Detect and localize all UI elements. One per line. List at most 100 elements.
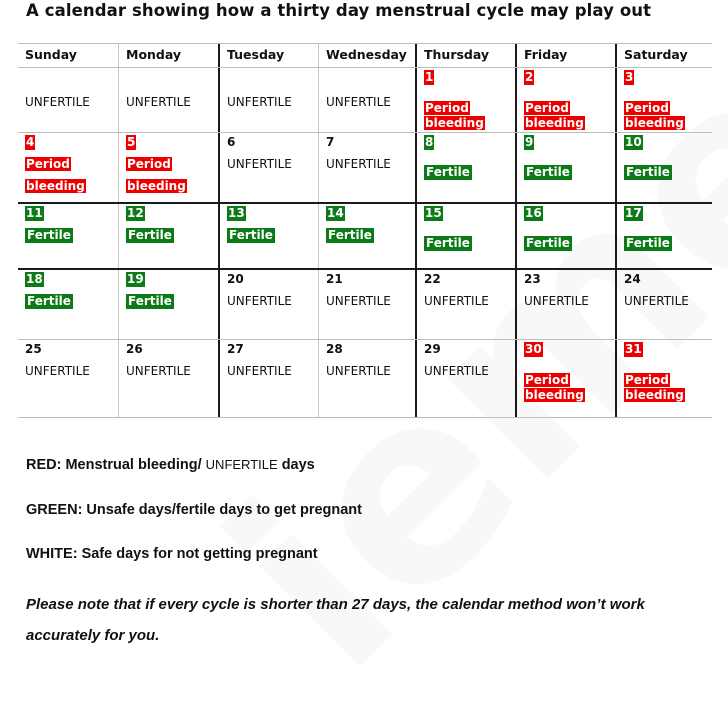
unfertile-label: UNFERTILE xyxy=(126,95,191,109)
day-cell[interactable]: 7 UNFERTILE xyxy=(318,133,415,202)
day-cell[interactable]: 6 UNFERTILE xyxy=(218,133,318,202)
day-number: 11 xyxy=(25,206,44,221)
day-number: 14 xyxy=(326,206,345,221)
unfertile-label: UNFERTILE xyxy=(25,364,90,378)
unfertile-label: UNFERTILE xyxy=(424,294,489,308)
day-cell[interactable]: 16 Fertile xyxy=(515,204,615,268)
fertile-label: Fertile xyxy=(624,165,672,180)
day-number: 5 xyxy=(126,135,137,150)
day-number: 2 xyxy=(524,70,535,85)
calendar-header: Sunday Monday Tuesday Wednesday Thursday Frid… xyxy=(18,43,712,68)
day-cell[interactable]: 28 UNFERTILE xyxy=(318,340,415,417)
day-number: 10 xyxy=(624,135,643,150)
day-cell[interactable]: 9 Fertile xyxy=(515,133,615,202)
day-number: 8 xyxy=(424,135,435,150)
day-cell[interactable]: 15 Fertile xyxy=(415,204,515,268)
day-number: 27 xyxy=(227,342,244,356)
day-cell[interactable]: 25 UNFERTILE xyxy=(18,340,118,417)
fertile-label: Fertile xyxy=(524,165,572,180)
day-cell[interactable]: 2 Period bleeding xyxy=(515,68,615,132)
day-cell[interactable]: 8 Fertile xyxy=(415,133,515,202)
fertile-label: Fertile xyxy=(126,294,174,309)
day-cell[interactable]: 13 Fertile xyxy=(218,204,318,268)
day-cell[interactable]: 20 UNFERTILE xyxy=(218,270,318,339)
legend-red-middle: UNFERTILE xyxy=(205,457,278,472)
period-bleeding-label: Period bleeding xyxy=(424,101,485,130)
fertile-label: Fertile xyxy=(326,228,374,243)
fertile-label: Fertile xyxy=(25,294,73,309)
day-cell[interactable]: 12 Fertile xyxy=(118,204,218,268)
day-cell[interactable]: 23 UNFERTILE xyxy=(515,270,615,339)
calendar-week: 4 Period bleeding 5 Period bleeding 6 UNFERTI… xyxy=(18,133,712,204)
day-number: 15 xyxy=(424,206,443,221)
day-cell[interactable]: UNFERTILE xyxy=(118,68,218,132)
period-bleeding-label: Period bleeding xyxy=(624,101,685,130)
day-number: 31 xyxy=(624,342,643,357)
header-thursday: Thursday xyxy=(415,44,515,67)
fertile-label: Fertile xyxy=(126,228,174,243)
header-wednesday: Wednesday xyxy=(318,44,415,67)
fertile-label: Fertile xyxy=(424,236,472,251)
day-number: 25 xyxy=(25,342,42,356)
day-cell[interactable]: 17 Fertile xyxy=(615,204,712,268)
day-cell[interactable]: 14 Fertile xyxy=(318,204,415,268)
day-cell[interactable]: UNFERTILE xyxy=(218,68,318,132)
period-bleeding-label: Period bleeding xyxy=(126,157,187,193)
unfertile-label: UNFERTILE xyxy=(126,364,191,378)
day-number: 28 xyxy=(326,342,343,356)
calendar-week: 11 Fertile 12 Fertile 13 Fertile 14 Fertile 15 Fe… xyxy=(18,204,712,270)
day-cell[interactable]: 19 Fertile xyxy=(118,270,218,339)
day-number: 7 xyxy=(326,135,335,149)
day-number: 4 xyxy=(25,135,36,150)
day-number: 24 xyxy=(624,272,641,286)
day-cell[interactable]: UNFERTILE xyxy=(18,68,118,132)
fertile-label: Fertile xyxy=(424,165,472,180)
day-cell[interactable]: 30 Period bleeding xyxy=(515,340,615,417)
unfertile-label: UNFERTILE xyxy=(227,294,292,308)
day-number: 18 xyxy=(25,272,44,287)
day-number: 29 xyxy=(424,342,441,356)
calendar-week: 25 UNFERTILE 26 UNFERTILE 27 UNFERTILE 28 UNFER… xyxy=(18,340,712,418)
day-number: 19 xyxy=(126,272,145,287)
day-cell[interactable]: UNFERTILE xyxy=(318,68,415,132)
calendar: Sunday Monday Tuesday Wednesday Thursday Frid… xyxy=(18,43,712,418)
day-number: 20 xyxy=(227,272,244,286)
day-cell[interactable]: 29 UNFERTILE xyxy=(415,340,515,417)
page-title: A calendar showing how a thirty day mens… xyxy=(26,1,652,20)
day-cell[interactable]: 5 Period bleeding xyxy=(118,133,218,202)
day-cell[interactable]: 3 Period bleeding xyxy=(615,68,712,132)
day-number: 23 xyxy=(524,272,541,286)
unfertile-label: UNFERTILE xyxy=(25,95,90,109)
fertile-label: Fertile xyxy=(227,228,275,243)
day-number: 17 xyxy=(624,206,643,221)
legend-green: GREEN: Unsafe days/fertile days to get p… xyxy=(26,502,362,518)
unfertile-label: UNFERTILE xyxy=(524,294,589,308)
fertile-label: Fertile xyxy=(25,228,73,243)
calendar-week: UNFERTILE UNFERTILE UNFERTILE UNFERTILE 1 Per… xyxy=(18,68,712,133)
day-cell[interactable]: 24 UNFERTILE xyxy=(615,270,712,339)
day-cell[interactable]: 18 Fertile xyxy=(18,270,118,339)
day-cell[interactable]: 26 UNFERTILE xyxy=(118,340,218,417)
header-monday: Monday xyxy=(118,44,218,67)
day-cell[interactable]: 1 Period bleeding xyxy=(415,68,515,132)
header-sunday: Sunday xyxy=(25,47,77,62)
day-cell[interactable]: 10 Fertile xyxy=(615,133,712,202)
period-bleeding-label: Period bleeding xyxy=(524,101,585,130)
day-cell[interactable]: 22 UNFERTILE xyxy=(415,270,515,339)
calendar-body: UNFERTILE UNFERTILE UNFERTILE UNFERTILE 1 Per… xyxy=(18,68,712,418)
day-cell[interactable]: 21 UNFERTILE xyxy=(318,270,415,339)
unfertile-label: UNFERTILE xyxy=(326,95,391,109)
day-cell[interactable]: 27 UNFERTILE xyxy=(218,340,318,417)
day-number: 30 xyxy=(524,342,543,357)
day-number: 12 xyxy=(126,206,145,221)
day-number: 21 xyxy=(326,272,343,286)
day-cell[interactable]: 4 Period bleeding xyxy=(18,133,118,202)
period-bleeding-label: Period bleeding xyxy=(624,373,685,402)
legend-red: RED: Menstrual bleeding/ UNFERTILE days xyxy=(26,457,315,473)
day-cell[interactable]: 11 Fertile xyxy=(18,204,118,268)
day-cell[interactable]: 31 Period bleeding xyxy=(615,340,712,417)
day-number: 3 xyxy=(624,70,635,85)
legend-white: WHITE: Safe days for not getting pregnan… xyxy=(26,546,318,562)
header-tuesday: Tuesday xyxy=(218,44,318,67)
calendar-week: 18 Fertile 19 Fertile 20 UNFERTILE 21 UNFERTILE… xyxy=(18,270,712,340)
